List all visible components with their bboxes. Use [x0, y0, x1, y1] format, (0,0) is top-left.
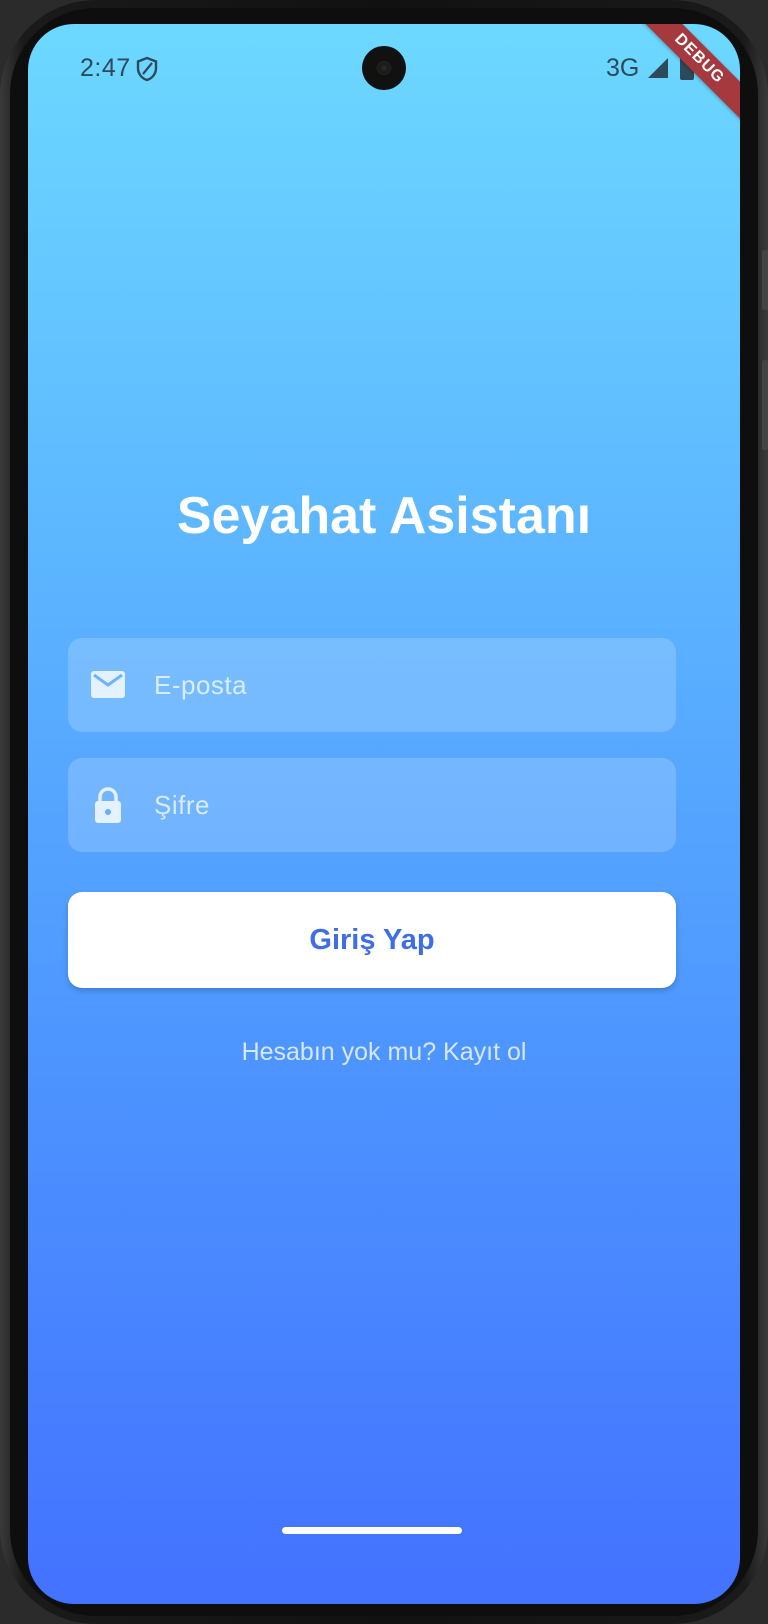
login-button[interactable]: Giriş Yap: [68, 892, 676, 988]
volume-button: [762, 360, 768, 450]
register-link[interactable]: Hesabın yok mu? Kayıt ol: [28, 1038, 740, 1067]
status-bar: 2:47 3G: [28, 24, 740, 116]
app-title: Seyahat Asistanı: [176, 487, 592, 545]
email-input[interactable]: [154, 638, 654, 732]
status-time: 2:47: [80, 54, 131, 82]
password-input[interactable]: [154, 758, 654, 852]
password-field[interactable]: [68, 758, 676, 852]
shield-icon: [136, 56, 158, 82]
power-button: [762, 250, 768, 310]
email-field[interactable]: [68, 638, 676, 732]
signal-icon: [646, 56, 670, 80]
network-type: 3G: [606, 54, 640, 82]
front-camera: [362, 46, 406, 90]
screen: 2:47 3G DEBUG Seyahat Asistanı E-posta G…: [28, 24, 740, 1604]
phone-frame: 2:47 3G DEBUG Seyahat Asistanı E-posta G…: [0, 0, 768, 1624]
lock-icon: [90, 786, 126, 824]
email-icon: [90, 666, 126, 704]
home-indicator[interactable]: [282, 1527, 462, 1534]
